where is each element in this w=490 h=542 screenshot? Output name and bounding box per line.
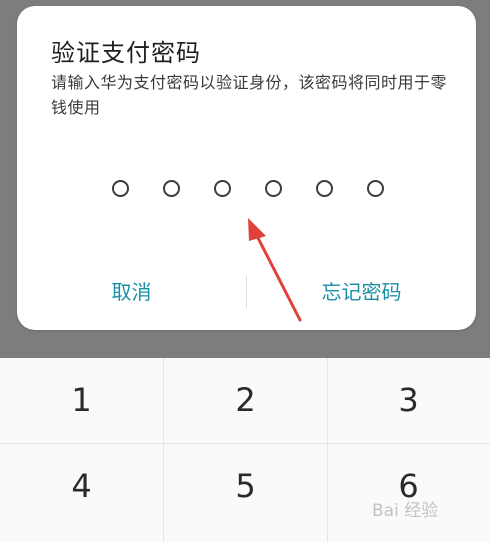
watermark-logo: Bai 经验 xyxy=(372,501,439,521)
dialog-title: 验证支付密码 xyxy=(51,39,201,67)
cancel-button[interactable]: 取消 xyxy=(17,274,246,310)
key-5[interactable]: 5 xyxy=(164,444,327,529)
key-3[interactable]: 3 xyxy=(327,358,490,443)
forgot-password-button[interactable]: 忘记密码 xyxy=(247,274,476,310)
pin-input[interactable] xyxy=(17,180,476,202)
pin-dot-4 xyxy=(265,180,282,197)
pin-dot-3 xyxy=(214,180,231,197)
key-2[interactable]: 2 xyxy=(164,358,327,443)
key-4[interactable]: 4 xyxy=(0,444,163,529)
key-1[interactable]: 1 xyxy=(0,358,163,443)
pin-dot-6 xyxy=(367,180,384,197)
payment-password-dialog: 验证支付密码 请输入华为支付密码以验证身份，该密码将同时用于零钱使用 取消 忘记… xyxy=(17,6,476,330)
pin-dot-5 xyxy=(316,180,333,197)
pin-dot-2 xyxy=(163,180,180,197)
pin-dot-1 xyxy=(112,180,129,197)
dialog-description: 请输入华为支付密码以验证身份，该密码将同时用于零钱使用 xyxy=(51,73,448,117)
